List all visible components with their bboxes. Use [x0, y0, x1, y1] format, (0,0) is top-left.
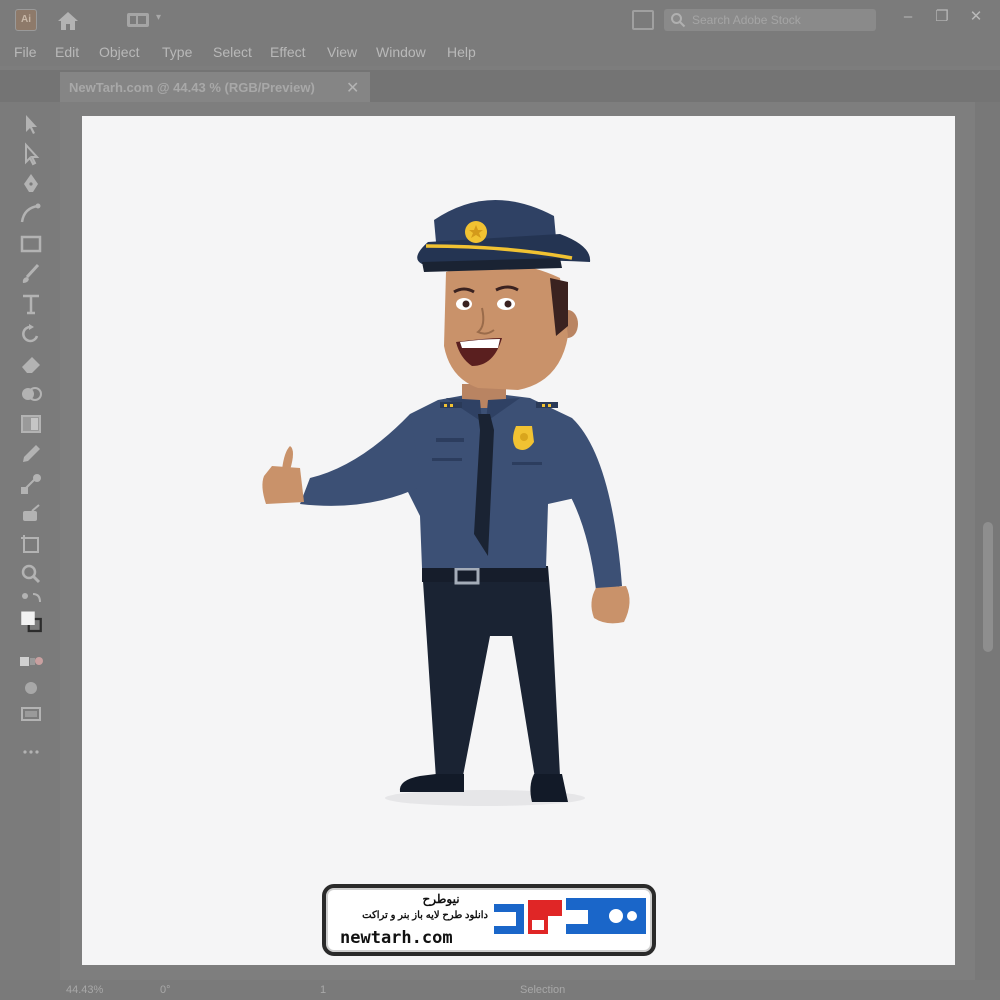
zoom-level[interactable]: 44.43%: [66, 984, 103, 996]
menu-object[interactable]: Object: [99, 44, 139, 60]
search-input[interactable]: [692, 12, 862, 28]
menu-bar: File Edit Object Type Select Effect View…: [0, 40, 1000, 66]
home-icon[interactable]: [56, 10, 80, 32]
eraser-tool-icon[interactable]: [18, 352, 44, 376]
current-tool[interactable]: Selection: [520, 984, 565, 996]
rectangle-tool-icon[interactable]: [18, 232, 44, 256]
type-tool-icon[interactable]: [18, 292, 44, 316]
watermark-tagline: دانلود طرح لایه باز بنر و تراکت: [362, 910, 488, 921]
minimize-button[interactable]: –: [896, 6, 920, 28]
zoom-tool-icon[interactable]: [18, 562, 44, 586]
gradient-tool-icon[interactable]: [18, 412, 44, 436]
symbol-sprayer-tool-icon[interactable]: [18, 502, 44, 526]
rotation-angle[interactable]: 0°: [160, 984, 171, 996]
shape-builder-tool-icon[interactable]: [18, 382, 44, 406]
menu-window[interactable]: Window: [376, 44, 426, 60]
maximize-button[interactable]: ❐: [930, 6, 954, 28]
vertical-scrollbar[interactable]: [975, 102, 1000, 980]
menu-select[interactable]: Select: [213, 44, 252, 60]
menu-view[interactable]: View: [327, 44, 357, 60]
document-tab-title: NewTarh.com @ 44.43 % (RGB/Preview): [69, 80, 315, 95]
menu-edit[interactable]: Edit: [55, 44, 79, 60]
screen-mode-icon[interactable]: [18, 702, 44, 726]
scrollbar-thumb[interactable]: [983, 522, 993, 652]
artboard-tool-icon[interactable]: [18, 532, 44, 556]
rotate-tool-icon[interactable]: [18, 322, 44, 346]
selection-tool-icon[interactable]: [18, 112, 44, 136]
pen-tool-icon[interactable]: [18, 172, 44, 196]
app-logo: Ai: [15, 9, 37, 31]
eyedropper-tool-icon[interactable]: [18, 442, 44, 466]
watermark-domain: newtarh.com: [340, 928, 453, 948]
blend-tool-icon[interactable]: [18, 472, 44, 496]
fill-stroke-icon[interactable]: [18, 610, 48, 642]
title-bar: Ai ▾ – ❐ ✕: [0, 0, 1000, 40]
watermark-logo: نیوطرح دانلود طرح لایه باز بنر و تراکت n…: [322, 884, 656, 956]
chevron-down-icon[interactable]: ▾: [156, 12, 168, 24]
document-tab-bar: NewTarh.com @ 44.43 % (RGB/Preview) ✕: [0, 70, 1000, 102]
close-window-button[interactable]: ✕: [964, 6, 988, 28]
workspace-switcher-icon[interactable]: [126, 12, 150, 28]
search-icon: [671, 13, 686, 28]
menu-effect[interactable]: Effect: [270, 44, 306, 60]
direct-selection-tool-icon[interactable]: [18, 142, 44, 166]
police-officer-illustration[interactable]: [250, 186, 640, 816]
artboard-number[interactable]: 1: [320, 984, 326, 996]
menu-file[interactable]: File: [14, 44, 37, 60]
draw-mode-icon[interactable]: [18, 676, 44, 700]
status-bar: 44.43% 0° 1 Selection: [0, 980, 1000, 1000]
close-icon[interactable]: ✕: [346, 78, 359, 98]
paintbrush-tool-icon[interactable]: [18, 262, 44, 286]
menu-type[interactable]: Type: [162, 44, 192, 60]
arrange-documents-icon[interactable]: [632, 10, 654, 30]
watermark-brand: نیوطرح: [422, 892, 460, 906]
search-box[interactable]: [664, 9, 876, 31]
menu-help[interactable]: Help: [447, 44, 476, 60]
document-tab[interactable]: NewTarh.com @ 44.43 % (RGB/Preview) ✕: [60, 72, 370, 102]
curvature-tool-icon[interactable]: [18, 202, 44, 226]
color-mode-icon[interactable]: [18, 650, 44, 674]
tools-panel: [0, 102, 60, 980]
more-tools-icon[interactable]: [18, 740, 44, 764]
